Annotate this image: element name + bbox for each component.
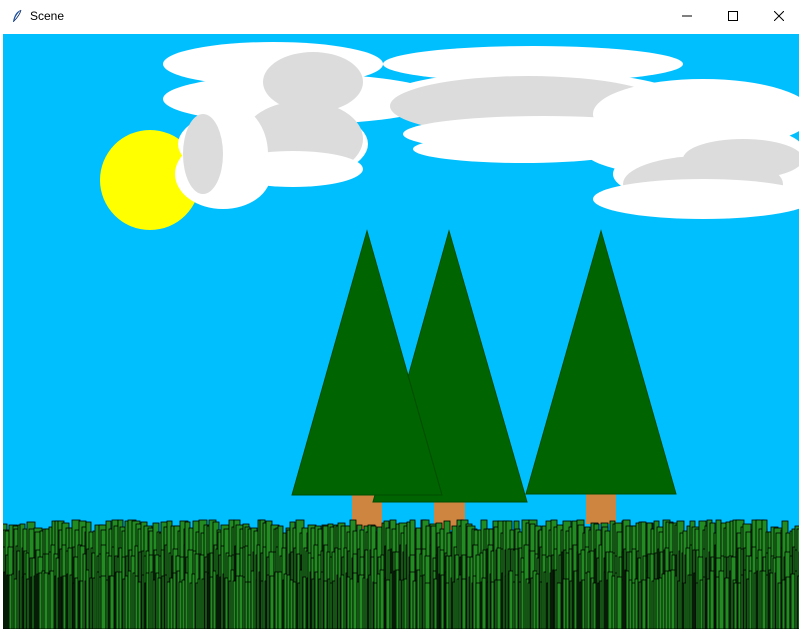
- window-controls: [664, 0, 802, 31]
- tree-trunk: [586, 494, 616, 524]
- maximize-button[interactable]: [710, 0, 756, 31]
- grass-blade: [797, 575, 799, 629]
- cloud-puff: [223, 116, 253, 196]
- feather-icon: [10, 9, 24, 23]
- scene-canvas[interactable]: [3, 34, 799, 629]
- minimize-button[interactable]: [664, 0, 710, 31]
- close-icon: [774, 10, 784, 21]
- close-button[interactable]: [756, 0, 802, 31]
- minimize-icon: [682, 11, 692, 21]
- grass-blade: [616, 576, 623, 629]
- grass: [3, 519, 799, 629]
- window-title: Scene: [30, 8, 65, 23]
- cloud-puff: [683, 139, 799, 179]
- maximize-icon: [728, 10, 738, 21]
- app-window: Scene: [0, 0, 802, 632]
- cloud-puff: [183, 114, 223, 194]
- title-bar[interactable]: Scene: [0, 0, 802, 31]
- scene-drawing: [3, 34, 799, 629]
